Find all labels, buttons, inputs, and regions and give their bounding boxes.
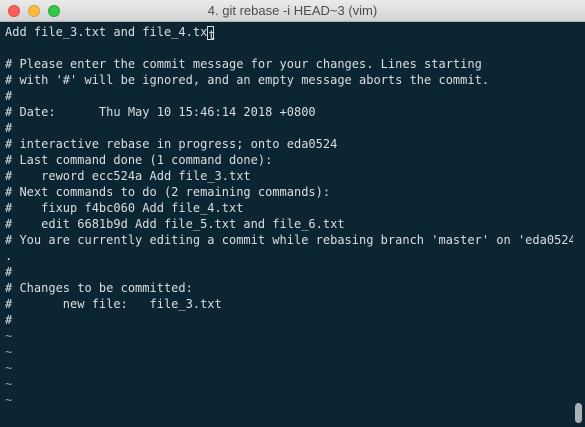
buffer-line: # with '#' will be ignored, and an empty… bbox=[5, 73, 490, 87]
buffer-line: # edit 6681b9d Add file_5.txt and file_6… bbox=[5, 217, 345, 231]
empty-buffer-tilde: ~ bbox=[5, 361, 13, 375]
commit-message-text: Add file_3.txt and file_4.tx bbox=[5, 25, 208, 39]
buffer-line: # Next commands to do (2 remaining comma… bbox=[5, 185, 331, 199]
buffer-line: # reword ecc524a Add file_3.txt bbox=[5, 169, 251, 183]
buffer-line: # new file: file_3.txt bbox=[5, 297, 222, 311]
buffer-line: # bbox=[5, 121, 13, 135]
buffer-line: # You are currently editing a commit whi… bbox=[5, 233, 573, 247]
empty-buffer-tilde: ~ bbox=[5, 377, 13, 391]
commit-message-line[interactable]: Add file_3.txt and file_4.txt bbox=[5, 24, 573, 40]
scrollbar[interactable] bbox=[573, 22, 582, 427]
empty-buffer-tilde: ~ bbox=[5, 329, 13, 343]
buffer-line: # interactive rebase in progress; onto e… bbox=[5, 137, 338, 151]
buffer-line: # Changes to be committed: bbox=[5, 281, 193, 295]
vim-editor[interactable]: Add file_3.txt and file_4.txt # Please e… bbox=[0, 22, 585, 427]
buffer-line: # bbox=[5, 265, 13, 279]
buffer-line: # bbox=[5, 313, 13, 327]
buffer-line: # fixup f4bc060 Add file_4.txt bbox=[5, 201, 244, 215]
empty-buffer-tilde: ~ bbox=[5, 393, 13, 407]
title-bar[interactable]: 4. git rebase -i HEAD~3 (vim) bbox=[0, 0, 585, 22]
empty-buffer-tilde: ~ bbox=[5, 345, 13, 359]
scrollbar-thumb[interactable] bbox=[575, 403, 582, 423]
buffer-lines: # Please enter the commit message for yo… bbox=[5, 40, 573, 408]
terminal-window: 4. git rebase -i HEAD~3 (vim) Add file_3… bbox=[0, 0, 585, 427]
window-title: 4. git rebase -i HEAD~3 (vim) bbox=[207, 3, 378, 18]
buffer-line: # Last command done (1 command done): bbox=[5, 153, 273, 167]
buffer-line: # Date: Thu May 10 15:46:14 2018 +0800 bbox=[5, 105, 316, 119]
buffer-line: # Please enter the commit message for yo… bbox=[5, 57, 482, 71]
buffer-line: # bbox=[5, 89, 13, 103]
editor-lines: Add file_3.txt and file_4.txt # Please e… bbox=[5, 24, 573, 408]
buffer-line: . bbox=[5, 249, 13, 263]
buffer-line bbox=[5, 40, 573, 56]
text-cursor: t bbox=[207, 26, 216, 40]
